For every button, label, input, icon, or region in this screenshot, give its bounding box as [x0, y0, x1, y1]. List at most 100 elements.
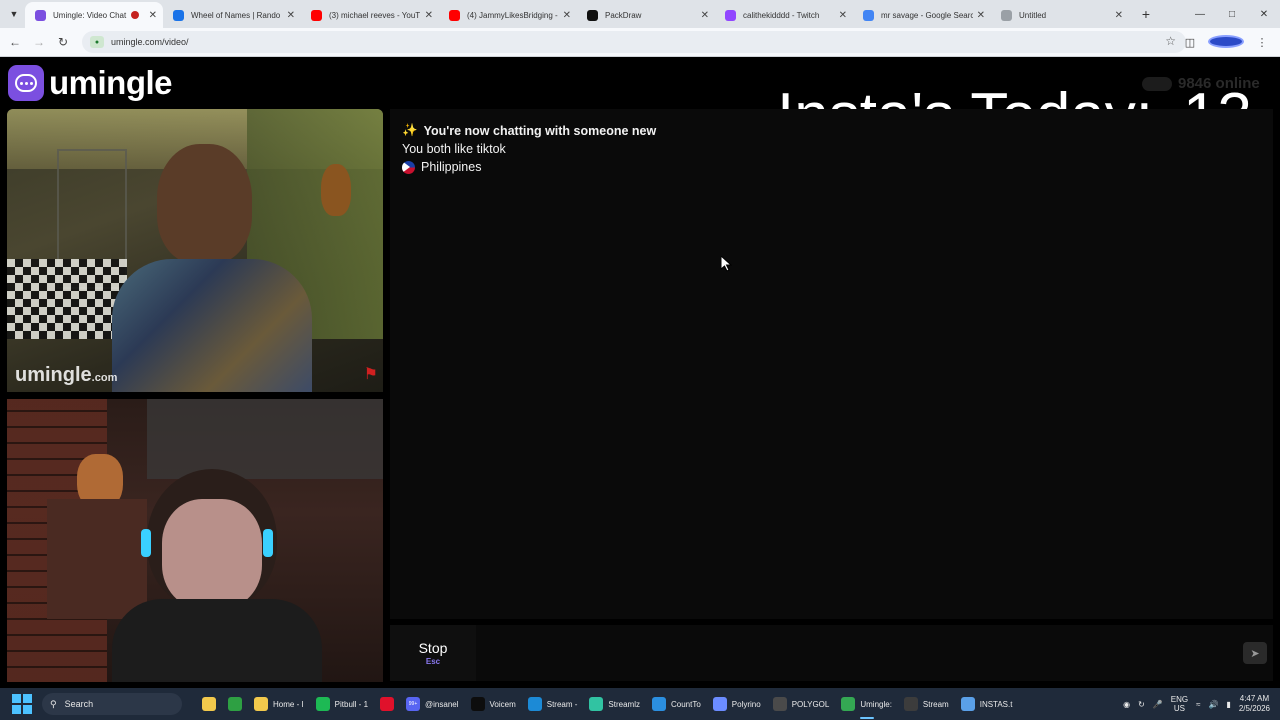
browser-tab[interactable]: mr savage - Google Searc ✕: [853, 2, 991, 28]
maximize-button[interactable]: □: [1216, 9, 1248, 20]
microphone-tray-icon[interactable]: 🎤: [1153, 700, 1163, 709]
address-bar[interactable]: ● umingle.com/video/ ☆: [82, 31, 1186, 53]
browser-tab[interactable]: calithekidddd - Twitch ✕: [715, 2, 853, 28]
browser-tab[interactable]: PackDraw ✕: [577, 2, 715, 28]
taskbar-app[interactable]: POLYGOL: [767, 688, 836, 720]
windows-start-icon[interactable]: [12, 694, 32, 714]
message-input[interactable]: [482, 625, 1182, 681]
sync-tray-icon[interactable]: ↻: [1138, 700, 1145, 709]
close-tab-icon[interactable]: ✕: [287, 10, 295, 21]
close-tab-icon[interactable]: ✕: [1115, 10, 1123, 21]
window-icon: [772, 697, 787, 711]
close-tab-icon[interactable]: ✕: [149, 10, 157, 21]
umingle-logo[interactable]: umingle: [8, 64, 173, 102]
discord-tray-icon[interactable]: ◉: [1123, 700, 1130, 709]
taskbar-app[interactable]: [196, 688, 222, 720]
minimize-button[interactable]: —: [1184, 9, 1216, 20]
opera-icon: [380, 697, 395, 711]
chat-status-message: ✨ You're now chatting with someone new: [402, 123, 656, 138]
taskbar-search[interactable]: ⚲ Search: [42, 693, 182, 715]
taskbar-app[interactable]: CountTo: [646, 688, 707, 720]
country-name: Philippines: [421, 160, 482, 174]
taskbar-app-label: INSTAS.t: [979, 699, 1013, 709]
browser-tab[interactable]: Untitled ✕: [991, 2, 1129, 28]
toolbar-actions: ◫ ⋮: [1172, 28, 1280, 57]
taskbar-app[interactable]: Home - I: [248, 688, 310, 720]
close-window-button[interactable]: ✕: [1248, 9, 1280, 20]
more-menu-icon[interactable]: ⋮: [1244, 36, 1280, 49]
extensions-icon[interactable]: ◫: [1172, 36, 1208, 49]
taskbar-app[interactable]: Voicem: [465, 688, 522, 720]
close-tab-icon[interactable]: ✕: [563, 10, 571, 21]
tab-favicon-icon: [173, 9, 184, 21]
umingle-page: umingle 9846 online Insta's Today:13 umi…: [0, 58, 1280, 688]
notepad-icon: [960, 697, 975, 711]
spotify-icon: [315, 697, 330, 711]
browser-tab-bar: ▼ Umingle: Video Chat ✕ Wheel of Names | R…: [0, 0, 1280, 28]
taskbar-app[interactable]: INSTAS.t: [955, 688, 1019, 720]
search-icon: ⚲: [50, 698, 57, 709]
close-tab-icon[interactable]: ✕: [425, 10, 433, 21]
chat-bubble-icon: [8, 65, 44, 101]
profile-avatar[interactable]: [1208, 34, 1244, 51]
taskbar-app[interactable]: Streamlz: [583, 688, 646, 720]
stop-shortcut: Esc: [425, 657, 441, 666]
tab-title: Umingle: Video Chat: [53, 10, 127, 20]
search-label: Search: [64, 699, 94, 709]
battery-icon[interactable]: ▮: [1226, 700, 1230, 709]
stop-label: Stop: [418, 640, 448, 656]
chrome-icon: [841, 697, 856, 711]
tab-search-button[interactable]: ▼: [3, 3, 25, 25]
taskbar-app[interactable]: Pitbull - 1: [310, 688, 374, 720]
taskbar-app[interactable]: [374, 688, 400, 720]
taskbar-app-label: Stream -: [546, 699, 578, 709]
folder-icon: [254, 697, 268, 711]
message-composer: Stop Esc ➤: [390, 625, 1273, 681]
browser-tab[interactable]: Wheel of Names | Rando ✕: [163, 2, 301, 28]
taskbar-clock[interactable]: 4:47 AM 2/5/2026: [1239, 694, 1270, 714]
report-flag-icon[interactable]: ⚑: [364, 364, 378, 384]
send-button[interactable]: ➤: [1243, 642, 1267, 664]
taskbar-app[interactable]: Stream -: [522, 688, 584, 720]
send-icon: ➤: [1250, 647, 1260, 660]
recording-indicator-icon: [130, 11, 139, 19]
browser-tab[interactable]: (4) JammyLikesBridging - ✕: [439, 2, 577, 28]
reload-button[interactable]: ↻: [51, 35, 75, 49]
taskbar-app-label: Stream: [922, 699, 949, 709]
pen-icon: [712, 697, 727, 711]
vscode-icon: [651, 697, 666, 711]
input-language[interactable]: ENG US: [1171, 695, 1188, 713]
browser-tab[interactable]: Umingle: Video Chat ✕: [25, 2, 163, 28]
stranger-country: Philippines: [402, 160, 481, 174]
taskbar-app[interactable]: 99+ @insanel: [400, 688, 464, 720]
volume-icon[interactable]: 🔊: [1208, 700, 1218, 709]
taskbar-app-label: @insanel: [425, 699, 459, 709]
new-tab-button[interactable]: +: [1135, 6, 1157, 22]
tab-title: Wheel of Names | Rando: [191, 10, 281, 20]
tab-favicon-icon: [35, 9, 46, 21]
taskbar-app-label: CountTo: [670, 699, 701, 709]
taskbar-app[interactable]: Stream: [898, 688, 955, 720]
obs-icon: [903, 697, 918, 711]
stop-button[interactable]: Stop Esc: [390, 625, 476, 681]
taskbar-app[interactable]: [222, 688, 248, 720]
forward-button[interactable]: →: [27, 35, 51, 49]
tab-title: (3) michael reeves - YouT: [329, 10, 421, 20]
close-tab-icon[interactable]: ✕: [839, 10, 847, 21]
close-tab-icon[interactable]: ✕: [701, 10, 709, 21]
browser-tab[interactable]: (3) michael reeves - YouT ✕: [301, 2, 439, 28]
close-tab-icon[interactable]: ✕: [977, 10, 985, 21]
discord-icon: 99+: [406, 697, 421, 711]
file-explorer-icon: [202, 697, 216, 711]
tab-favicon-icon: [449, 9, 460, 21]
chat-panel: ✨ You're now chatting with someone new Y…: [390, 109, 1273, 619]
taskbar-app[interactable]: Polyrino: [707, 688, 767, 720]
camera-permission-icon[interactable]: ●: [90, 36, 104, 48]
taskbar-app-label: Home - I: [273, 699, 304, 709]
chat-status-text: You're now chatting with someone new: [423, 123, 657, 138]
wifi-icon[interactable]: ≈: [1196, 700, 1200, 709]
back-button[interactable]: ←: [3, 35, 27, 49]
system-tray: ◉ ↻ 🎤 ENG US ≈ 🔊 ▮ 4:47 AM 2/5/2026: [1123, 688, 1280, 720]
tab-title: (4) JammyLikesBridging -: [467, 10, 558, 20]
taskbar-app[interactable]: Umingle:: [835, 688, 898, 720]
